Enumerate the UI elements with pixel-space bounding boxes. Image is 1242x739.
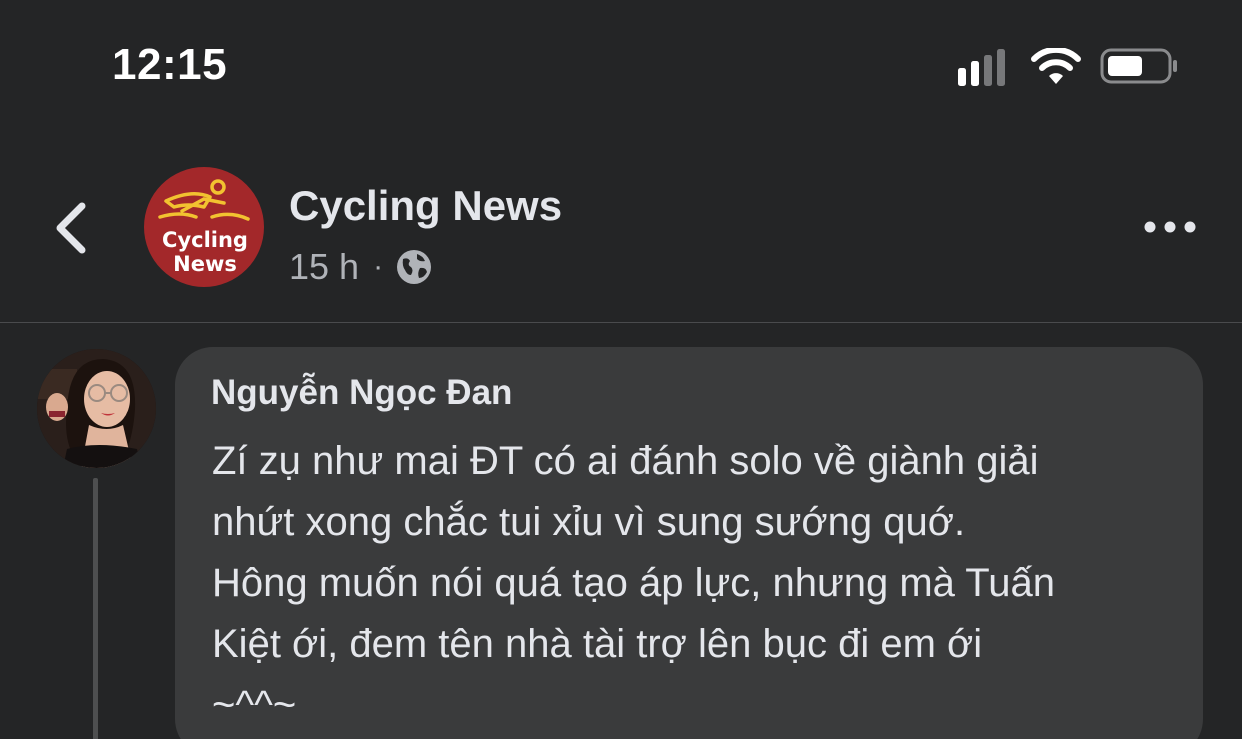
comment-text: Zí zụ như mai ĐT có ai đánh solo về giàn…	[212, 431, 1192, 736]
chevron-left-icon	[56, 202, 86, 254]
thread-line	[93, 478, 98, 739]
logo-text-cycling: Cycling	[162, 228, 248, 252]
screen: 12:15 Cycling News Cycling News 15 h · N…	[0, 0, 1242, 739]
cellular-signal-icon	[958, 49, 1005, 86]
back-button[interactable]	[48, 198, 94, 258]
logo-text-news: News	[173, 252, 237, 276]
comment-line: ~^^~	[212, 683, 297, 727]
more-options-button[interactable]	[1140, 212, 1200, 242]
meta-separator: ·	[373, 250, 384, 283]
post-time[interactable]: 15 h	[289, 246, 359, 288]
cycling-news-logo: Cycling News	[158, 179, 250, 276]
comment-bubble[interactable]: Nguyễn Ngọc Đan Zí zụ như mai ĐT có ai đ…	[175, 347, 1203, 739]
comment-line: Hông muốn nói quá tạo áp lực, nhưng mà T…	[212, 561, 1055, 605]
user-photo	[37, 349, 156, 468]
comment-line: Kiệt ới, đem tên nhà tài trợ lên bục đi …	[212, 622, 983, 666]
commenter-avatar[interactable]	[37, 349, 156, 468]
wifi-icon	[1031, 48, 1081, 84]
battery-icon	[1100, 48, 1177, 84]
header-divider	[0, 322, 1242, 323]
page-avatar[interactable]: Cycling News	[144, 167, 264, 287]
globe-icon	[397, 250, 432, 284]
comment-line: Zí zụ như mai ĐT có ai đánh solo về giàn…	[212, 439, 1039, 483]
status-time: 12:15	[112, 40, 228, 89]
more-horizontal-icon	[1144, 221, 1196, 233]
page-name[interactable]: Cycling News	[289, 182, 562, 230]
comment-author[interactable]: Nguyễn Ngọc Đan	[211, 373, 512, 413]
comment-line: nhứt xong chắc tui xỉu vì sung sướng quớ…	[212, 500, 966, 544]
post-meta: 15 h ·	[289, 245, 433, 289]
